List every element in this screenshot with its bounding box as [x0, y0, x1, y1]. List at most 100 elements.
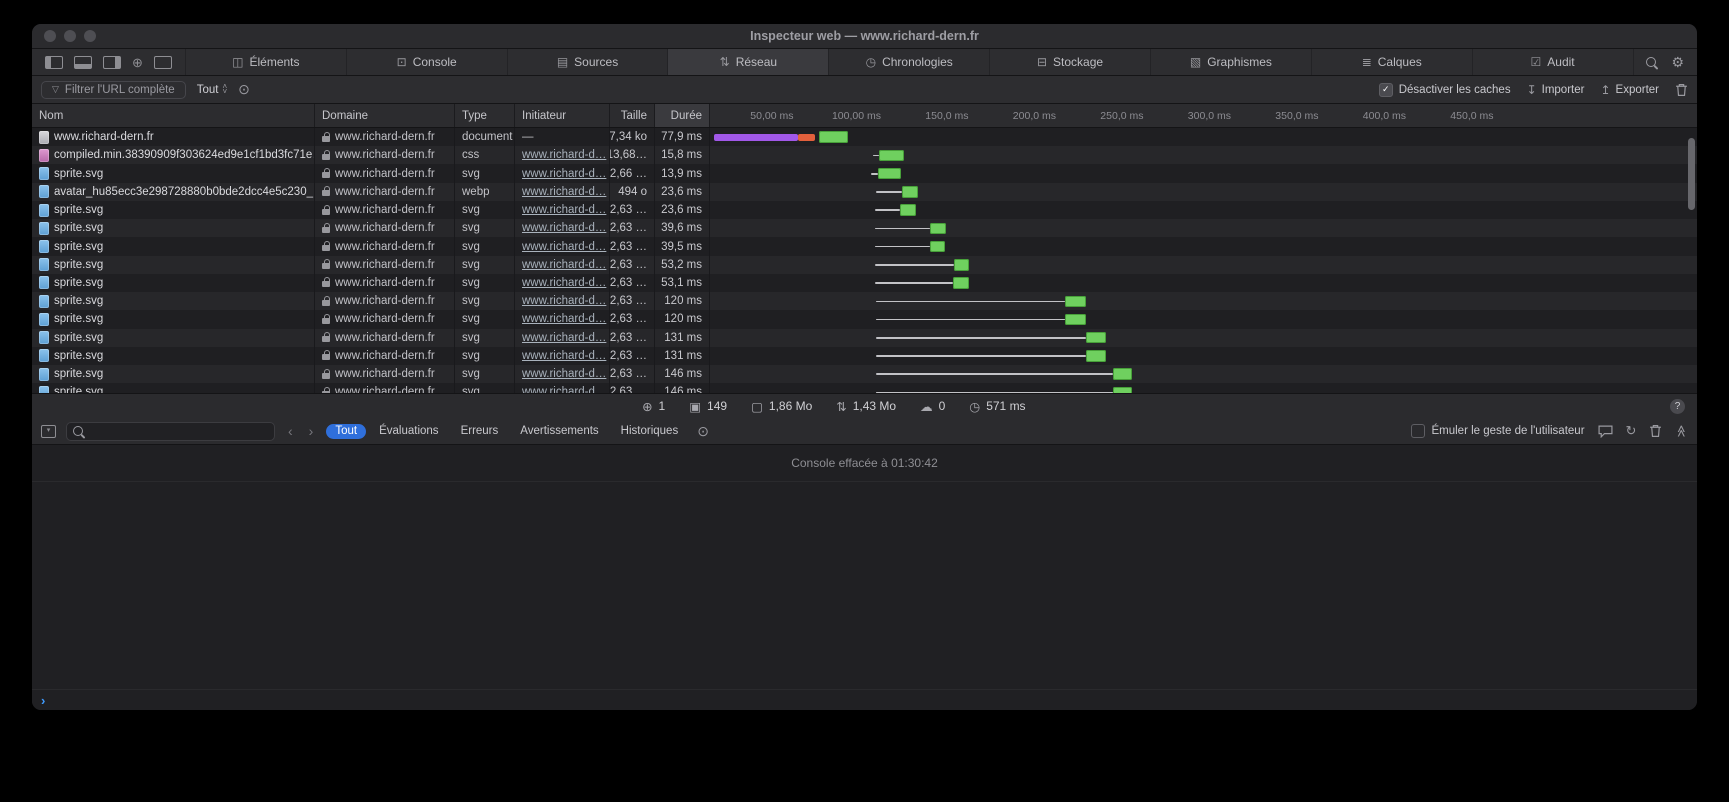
console-tab-tout[interactable]: Tout [326, 424, 366, 439]
sources-tab-icon: ▤ [557, 55, 568, 69]
console-search-field[interactable] [66, 422, 275, 441]
initiator-link[interactable]: www.richard-d… [522, 313, 606, 325]
initiator-link[interactable]: www.richard-d… [522, 259, 606, 271]
column-header-type[interactable]: Type [455, 104, 515, 127]
tab-sources[interactable]: ▤Sources [508, 49, 669, 75]
column-header-nom[interactable]: Nom [32, 104, 315, 127]
clear-console-trash-icon[interactable] [1649, 424, 1662, 438]
cell-type: svg [455, 347, 515, 365]
console-options-icon[interactable]: ⊙ [697, 423, 709, 440]
waterfall-cell [710, 365, 1697, 383]
tab-reseau[interactable]: ⇅Réseau [668, 49, 829, 75]
tab-graphismes[interactable]: ▧Graphismes [1151, 49, 1312, 75]
table-row[interactable]: sprite.svgwww.richard-dern.frsvgwww.rich… [32, 219, 1697, 237]
table-row[interactable]: sprite.svgwww.richard-dern.frsvgwww.rich… [32, 164, 1697, 182]
filter-icon: ▽ [52, 84, 59, 95]
table-row[interactable]: sprite.svgwww.richard-dern.frsvgwww.rich… [32, 292, 1697, 310]
waterfall-wait-line [871, 173, 878, 175]
console-tab-erreurs[interactable]: Erreurs [452, 424, 508, 439]
cell-size: 7,34 ko [610, 128, 655, 146]
table-row[interactable]: sprite.svgwww.richard-dern.frsvgwww.rich… [32, 237, 1697, 255]
table-row[interactable]: compiled.min.38390909f303624ed9e1cf1bd3f… [32, 146, 1697, 164]
search-icon[interactable] [1646, 57, 1656, 67]
tab-chronologies[interactable]: ◷Chronologies [829, 49, 990, 75]
device-icon[interactable] [154, 56, 172, 69]
initiator-link[interactable]: www.richard-d… [522, 368, 606, 380]
table-row[interactable]: sprite.svgwww.richard-dern.frsvgwww.rich… [32, 347, 1697, 365]
next-result-button[interactable]: › [306, 423, 317, 439]
tab-elements[interactable]: ◫Éléments [186, 49, 347, 75]
element-picker-icon[interactable]: ⊕ [132, 56, 143, 69]
initiator-link[interactable]: www.richard-d… [522, 204, 606, 216]
initiator-link[interactable]: www.richard-d… [522, 386, 606, 393]
cell-duration: 120 ms [655, 292, 710, 310]
column-header-initiateur[interactable]: Initiateur [515, 104, 610, 127]
tab-stockage[interactable]: ⊟Stockage [990, 49, 1151, 75]
console-tab-evaluations[interactable]: Évaluations [370, 424, 447, 439]
tab-calques[interactable]: ≣Calques [1312, 49, 1473, 75]
dock-left-icon[interactable] [45, 56, 63, 69]
lock-icon [322, 300, 330, 306]
cached-count: ☁0 [920, 399, 945, 414]
tab-audit[interactable]: ☑Audit [1473, 49, 1634, 75]
console-scope-icon[interactable]: ▾ [41, 425, 56, 438]
table-row[interactable]: sprite.svgwww.richard-dern.frsvgwww.rich… [32, 383, 1697, 393]
console-prompt-input[interactable] [52, 692, 1697, 708]
initiator-link[interactable]: www.richard-d… [522, 186, 606, 198]
gear-icon[interactable]: ⚙ [1671, 54, 1684, 71]
cell-duration: 39,5 ms [655, 237, 710, 255]
inspector-tabbar: ⊕ ◫Éléments⊡Console▤Sources⇅Réseau◷Chron… [32, 49, 1697, 76]
table-row[interactable]: avatar_hu85ecc3e298728880b0bde2dcc4e5c23… [32, 183, 1697, 201]
url-filter-input[interactable]: ▽ Filtrer l'URL complète [41, 81, 186, 99]
table-row[interactable]: sprite.svgwww.richard-dern.frsvgwww.rich… [32, 274, 1697, 292]
preserve-log-icon[interactable]: ↻ [1626, 423, 1637, 439]
lock-icon [322, 354, 330, 360]
clear-network-trash-icon[interactable] [1675, 83, 1688, 97]
table-row[interactable]: sprite.svgwww.richard-dern.frsvgwww.rich… [32, 310, 1697, 328]
initiator-link[interactable]: www.richard-d… [522, 332, 606, 344]
export-icon: ↥ [1600, 83, 1610, 97]
resource-domain: www.richard-dern.fr [335, 222, 435, 234]
cell-name: sprite.svg [32, 256, 315, 274]
column-header-duree[interactable]: Durée [655, 104, 710, 127]
console-tab-avertissements[interactable]: Avertissements [511, 424, 607, 439]
emulate-user-gesture-checkbox[interactable]: ✓ Émuler le geste de l'utilisateur [1411, 424, 1584, 438]
console-messages-icon[interactable] [1598, 425, 1613, 438]
cell-size: 494 o [610, 183, 655, 201]
initiator-link[interactable]: www.richard-d… [522, 149, 606, 161]
dock-bottom-icon[interactable] [74, 56, 92, 69]
export-button[interactable]: ↥ Exporter [1600, 83, 1659, 97]
previous-result-button[interactable]: ‹ [285, 423, 296, 439]
table-row[interactable]: www.richard-dern.frwww.richard-dern.frdo… [32, 128, 1697, 146]
cell-type: document [455, 128, 515, 146]
clock-icon: ◷ [969, 399, 980, 414]
console-tab-historiques[interactable]: Historiques [612, 424, 688, 439]
initiator-link[interactable]: www.richard-d… [522, 277, 606, 289]
column-header-taille[interactable]: Taille [610, 104, 655, 127]
filter-options-icon[interactable]: ⊙ [238, 81, 250, 98]
disable-caches-checkbox[interactable]: ✓ Désactiver les caches [1379, 83, 1511, 97]
initiator-link[interactable]: www.richard-d… [522, 350, 606, 362]
dock-right-icon[interactable] [103, 56, 121, 69]
tab-label: Audit [1547, 55, 1574, 69]
import-icon: ↧ [1527, 83, 1537, 97]
resource-type-select[interactable]: Tout ˄˅ [197, 84, 227, 96]
table-row[interactable]: sprite.svgwww.richard-dern.frsvgwww.rich… [32, 365, 1697, 383]
initiator-link[interactable]: www.richard-d… [522, 241, 606, 253]
initiator-link[interactable]: www.richard-d… [522, 295, 606, 307]
column-header-domaine[interactable]: Domaine [315, 104, 455, 127]
import-button[interactable]: ↧ Importer [1527, 83, 1585, 97]
network-statusbar: ⊕1▣149▢1,86 Mo⇅1,43 Mo☁0◷571 ms ? [32, 393, 1697, 418]
tab-console[interactable]: ⊡Console [347, 49, 508, 75]
initiator-link[interactable]: www.richard-d… [522, 222, 606, 234]
cell-initiator: www.richard-d… [515, 292, 610, 310]
table-row[interactable]: sprite.svgwww.richard-dern.frsvgwww.rich… [32, 256, 1697, 274]
cell-name: sprite.svg [32, 201, 315, 219]
table-row[interactable]: sprite.svgwww.richard-dern.frsvgwww.rich… [32, 329, 1697, 347]
initiator-link[interactable]: www.richard-d… [522, 168, 606, 180]
console-search-input[interactable] [88, 424, 268, 438]
help-icon[interactable]: ? [1670, 399, 1685, 414]
console-prompt[interactable]: › [32, 689, 1697, 710]
collapse-console-icon[interactable]: ≪ [1675, 425, 1689, 438]
table-row[interactable]: sprite.svgwww.richard-dern.frsvgwww.rich… [32, 201, 1697, 219]
